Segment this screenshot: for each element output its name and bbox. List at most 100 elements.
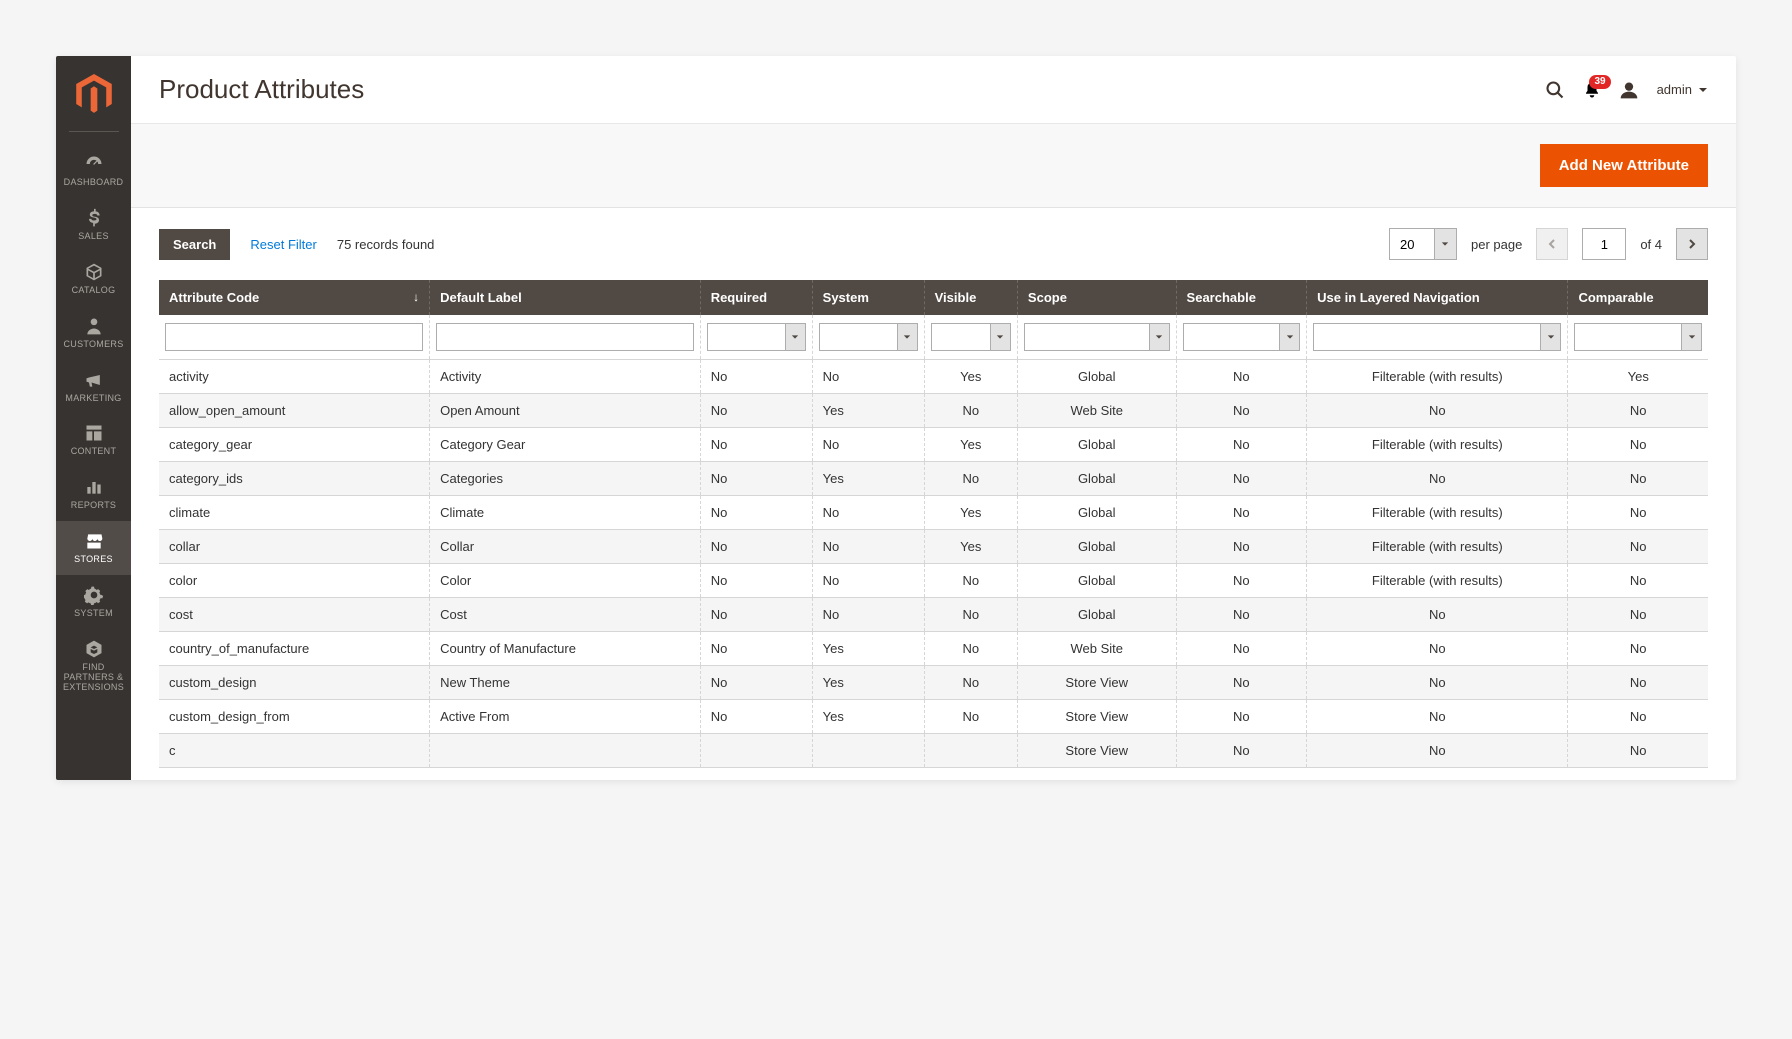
table-cell: Yes [812,394,924,428]
sidebar-item-label: DASHBOARD [64,178,124,188]
filter-select[interactable] [707,323,806,351]
gear-icon [84,585,104,605]
dashboard-icon [84,154,104,174]
table-row[interactable]: climateClimateNoNoYesGlobalNoFilterable … [159,496,1708,530]
chevron-down-icon [1540,324,1560,350]
table-cell: No [1568,496,1708,530]
table-row[interactable]: custom_design_fromActive FromNoYesNoStor… [159,700,1708,734]
notifications-icon[interactable]: 39 [1583,81,1601,99]
sidebar-item-marketing[interactable]: MARKETING [56,360,131,414]
table-cell: No [1307,632,1568,666]
sidebar-item-customers[interactable]: CUSTOMERS [56,306,131,360]
column-label: Attribute Code [169,290,259,305]
search-button[interactable]: Search [159,229,230,260]
filter-select[interactable] [931,323,1011,351]
sidebar-item-stores[interactable]: STORES [56,521,131,575]
attributes-table: Attribute Code ↓ Default Label Required Syst… [159,280,1708,768]
table-cell: No [700,428,812,462]
column-header[interactable]: System [812,280,924,315]
filter-select[interactable] [1024,323,1170,351]
table-row[interactable]: country_of_manufactureCountry of Manufac… [159,632,1708,666]
column-header[interactable]: Default Label [430,280,701,315]
table-row[interactable]: category_gearCategory GearNoNoYesGlobalN… [159,428,1708,462]
chevron-down-icon [785,324,805,350]
column-filter-cell [700,315,812,360]
table-row[interactable]: custom_designNew ThemeNoYesNoStore ViewN… [159,666,1708,700]
table-row[interactable]: category_idsCategoriesNoYesNoGlobalNoNoN… [159,462,1708,496]
prev-page-button[interactable] [1536,228,1568,260]
chevron-down-icon [1279,324,1299,350]
table-cell: No [1176,734,1307,768]
column-label: Scope [1028,290,1067,305]
table-cell: No [1176,564,1307,598]
table-cell: Web Site [1017,394,1176,428]
column-header[interactable]: Searchable [1176,280,1307,315]
table-row[interactable]: collarCollarNoNoYesGlobalNoFilterable (w… [159,530,1708,564]
per-page-value: 20 [1390,229,1434,259]
sort-arrow-icon: ↓ [413,290,419,304]
filter-select[interactable] [1574,323,1702,351]
table-cell: Collar [430,530,701,564]
filter-select[interactable] [1183,323,1301,351]
column-header[interactable]: Use in Layered Navigation [1307,280,1568,315]
user-menu[interactable]: admin [1657,82,1708,97]
column-header[interactable]: Attribute Code ↓ [159,280,430,315]
table-cell: Global [1017,428,1176,462]
column-header[interactable]: Scope [1017,280,1176,315]
table-cell: Global [1017,564,1176,598]
column-label: Searchable [1187,290,1256,305]
topbar: Product Attributes 39 admin [131,56,1736,123]
sidebar-item-dashboard[interactable]: DASHBOARD [56,144,131,198]
table-cell: No [700,598,812,632]
sidebar-item-system[interactable]: SYSTEM [56,575,131,629]
sidebar-item-sales[interactable]: SALES [56,198,131,252]
filter-select[interactable] [1313,323,1561,351]
column-filter-cell [812,315,924,360]
table-cell: No [924,394,1017,428]
chevron-down-icon [1698,85,1708,95]
column-label: Required [711,290,767,305]
table-row[interactable]: activityActivityNoNoYesGlobalNoFilterabl… [159,360,1708,394]
column-header[interactable]: Comparable [1568,280,1708,315]
sidebar-item-reports[interactable]: REPORTS [56,467,131,521]
per-page-select[interactable]: 20 [1389,228,1457,260]
table-row[interactable]: allow_open_amountOpen AmountNoYesNoWeb S… [159,394,1708,428]
table-cell: No [700,700,812,734]
table-cell: No [1568,428,1708,462]
column-label: Comparable [1578,290,1653,305]
table-cell: Global [1017,462,1176,496]
table-cell: No [812,564,924,598]
sidebar-item-catalog[interactable]: CATALOG [56,252,131,306]
table-row[interactable]: costCostNoNoNoGlobalNoNoNo [159,598,1708,632]
column-label: System [823,290,869,305]
table-cell: No [924,598,1017,632]
table-cell: No [1568,734,1708,768]
sidebar-item-label: SYSTEM [74,609,113,619]
grid-controls: Search Reset Filter 75 records found 20 … [131,208,1736,280]
column-filter-cell [1017,315,1176,360]
filter-input[interactable] [165,323,423,351]
sidebar-item-find-partners-extensions[interactable]: FIND PARTNERS & EXTENSIONS [56,629,131,703]
table-cell: No [1176,666,1307,700]
magento-logo[interactable] [66,66,121,121]
filter-input[interactable] [436,323,694,351]
table-cell: Color [430,564,701,598]
column-header[interactable]: Visible [924,280,1017,315]
table-cell: No [1307,462,1568,496]
table-cell: Yes [812,462,924,496]
table-row[interactable]: cStore ViewNoNoNo [159,734,1708,768]
user-avatar-icon[interactable] [1619,80,1639,100]
filter-select[interactable] [819,323,918,351]
table-row[interactable]: colorColorNoNoNoGlobalNoFilterable (with… [159,564,1708,598]
sidebar-item-content[interactable]: CONTENT [56,413,131,467]
column-header[interactable]: Required [700,280,812,315]
page-input[interactable] [1582,228,1626,260]
reset-filter-link[interactable]: Reset Filter [250,237,316,252]
sidebar-item-label: CUSTOMERS [63,340,123,350]
search-icon[interactable] [1545,80,1565,100]
table-cell: Yes [924,530,1017,564]
next-page-button[interactable] [1676,228,1708,260]
table-cell: No [1176,394,1307,428]
table-cell: No [700,496,812,530]
add-new-attribute-button[interactable]: Add New Attribute [1540,144,1708,187]
